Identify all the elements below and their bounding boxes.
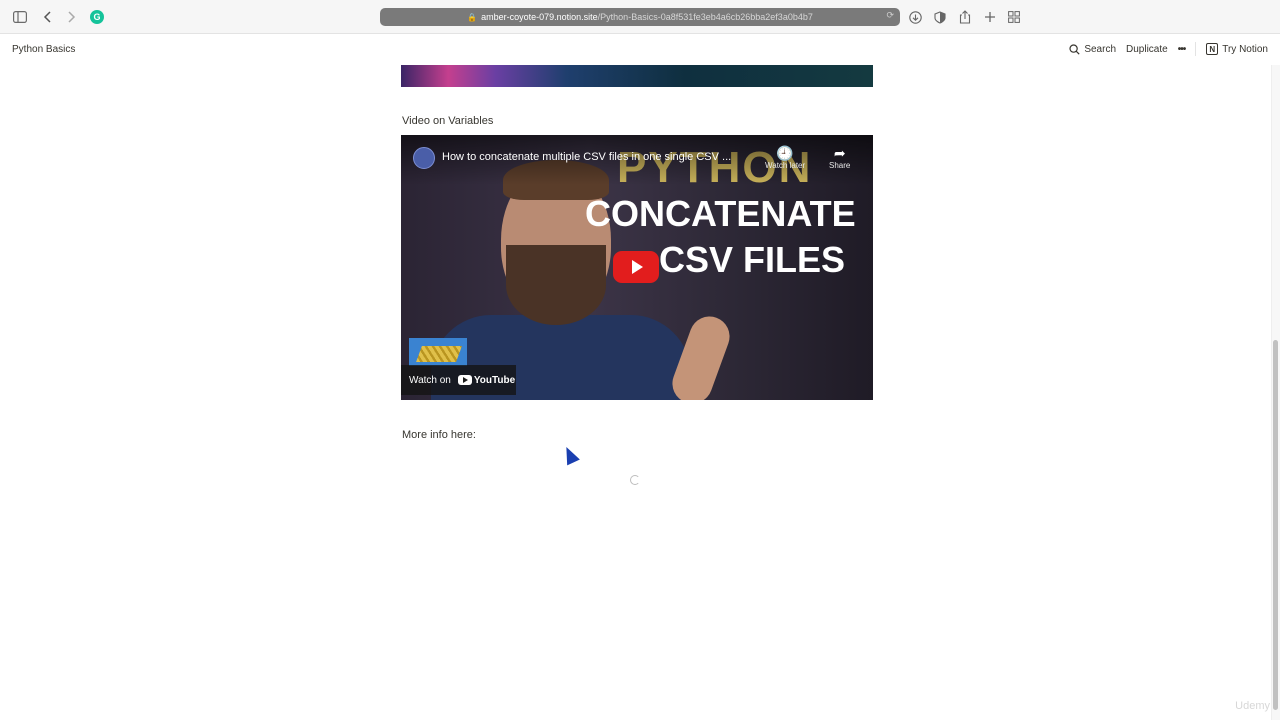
channel-avatar[interactable] (413, 147, 435, 169)
tab-overview-icon[interactable] (1006, 9, 1022, 25)
video-title[interactable]: How to concatenate multiple CSV files in… (442, 151, 731, 163)
search-icon (1069, 43, 1080, 55)
thumbnail-text-concatenate: CONCATENATE (585, 193, 856, 234)
try-notion-button[interactable]: N Try Notion (1206, 43, 1268, 55)
watch-on-label: Watch on (409, 374, 451, 386)
watch-on-youtube-button[interactable]: Watch on YouTube (401, 365, 516, 395)
search-label: Search (1084, 43, 1117, 55)
reload-icon[interactable]: ⟳ (886, 10, 894, 21)
new-tab-icon[interactable] (982, 9, 998, 25)
notion-logo-icon: N (1206, 43, 1219, 55)
thumbnail-text-csv-files: CSV FILES (659, 239, 846, 280)
share-arrow-icon: ➦ (833, 145, 846, 161)
share-icon[interactable] (957, 9, 973, 25)
mouse-cursor-icon (560, 444, 580, 466)
udemy-watermark: Udemy (1235, 700, 1270, 712)
sidebar-icon[interactable] (12, 9, 28, 25)
more-info-label: More info here: (402, 429, 476, 441)
address-bar[interactable]: 🔒 amber-coyote-079.notion.site /Python-B… (380, 8, 900, 26)
try-notion-label: Try Notion (1222, 43, 1268, 55)
url-path: /Python-Basics-0a8f531fe3eb4a6cb26bba2ef… (597, 12, 813, 22)
grammarly-icon[interactable]: G (90, 10, 104, 24)
play-button[interactable] (613, 251, 659, 283)
play-icon (632, 260, 643, 274)
youtube-embed[interactable]: PYTHON CONCATENATE CSV FILES How to conc… (401, 135, 873, 400)
notion-topbar: Python Basics Search Duplicate ••• N Try… (0, 35, 1280, 65)
topbar-divider (1195, 42, 1197, 56)
url-host: amber-coyote-079.notion.site (481, 12, 598, 22)
search-button[interactable]: Search (1069, 44, 1116, 55)
privacy-icon[interactable] (932, 9, 948, 25)
share-button[interactable]: ➦ Share (829, 145, 850, 170)
cover-image (401, 65, 873, 87)
forward-icon[interactable] (63, 9, 79, 25)
loading-spinner-icon (630, 475, 640, 485)
duplicate-button[interactable]: Duplicate (1126, 44, 1168, 55)
lock-icon: 🔒 (467, 12, 478, 22)
download-icon[interactable] (907, 9, 923, 25)
more-options-icon[interactable]: ••• (1178, 44, 1186, 55)
scrollbar-thumb[interactable] (1273, 340, 1278, 710)
share-label: Share (829, 161, 851, 170)
breadcrumb-page-title[interactable]: Python Basics (12, 44, 75, 55)
youtube-wordmark: YouTube (473, 374, 516, 386)
watch-later-label: Watch later (765, 161, 806, 170)
browser-toolbar: G 🔒 amber-coyote-079.notion.site /Python… (0, 0, 1280, 34)
back-icon[interactable] (40, 9, 56, 25)
clock-icon: 🕘 (776, 145, 794, 161)
video-section-label: Video on Variables (402, 115, 494, 127)
watch-later-button[interactable]: 🕘 Watch later (765, 145, 805, 170)
csv-file-graphic (409, 338, 467, 366)
topbar-actions: Search Duplicate ••• N Try Notion (1069, 42, 1268, 56)
youtube-logo-icon: YouTube (457, 374, 516, 386)
